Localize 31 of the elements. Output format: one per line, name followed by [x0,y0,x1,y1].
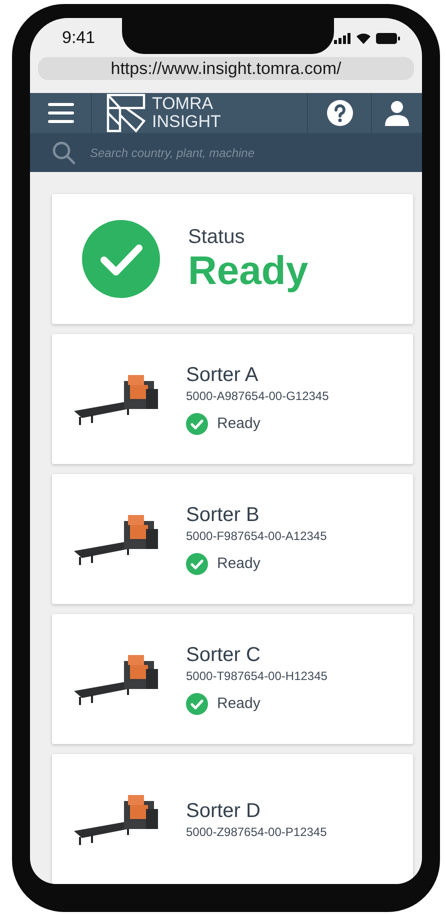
serial-number: 5000-Z987654-00-P12345 [186,824,327,838]
logo-icon [106,93,146,134]
machine-status: Ready [217,695,260,712]
wifi-icon [356,32,371,44]
serial-number: 5000-A987654-00-G12345 [186,388,329,402]
machine-card[interactable]: Sorter C 5000-T987654-00-H12345 Ready [52,614,413,744]
serial-number: 5000-T987654-00-H12345 [186,668,328,682]
search-input[interactable]: Search country, plant, machine [88,144,422,161]
status-label: Status [188,226,246,248]
machine-card[interactable]: Sorter B 5000-F987654-00-A12345 Ready [52,474,413,604]
serial-number: 5000-F987654-00-A12345 [186,528,327,542]
logo-text: INSIGHT [152,113,221,132]
machine-card[interactable]: Sorter D 5000-Z987654-00-P12345 [52,754,413,884]
search-field[interactable]: Search country, plant, machine [30,133,422,172]
status-value: Ready [188,248,308,292]
help-icon [326,100,352,126]
machine-name: Sorter B [186,504,260,526]
machine-name: Sorter A [186,364,260,386]
battery-icon [376,32,400,44]
address-bar[interactable]: https://www.insight.tomra.com/ [38,56,414,80]
search-icon [52,140,76,165]
machine-name: Sorter C [186,644,262,666]
user-icon [384,100,410,126]
machine-status: Ready [217,555,260,572]
machine-status: Ready [217,415,260,432]
machine-card[interactable]: Sorter A 5000-A987654-00-G12345 Ready [52,334,413,464]
status-time: 9:41 [62,28,96,48]
machine-name: Sorter D [186,800,262,822]
menu-icon [48,103,74,124]
logo-text: TOMRA [152,95,214,114]
signal-icon [334,32,351,44]
